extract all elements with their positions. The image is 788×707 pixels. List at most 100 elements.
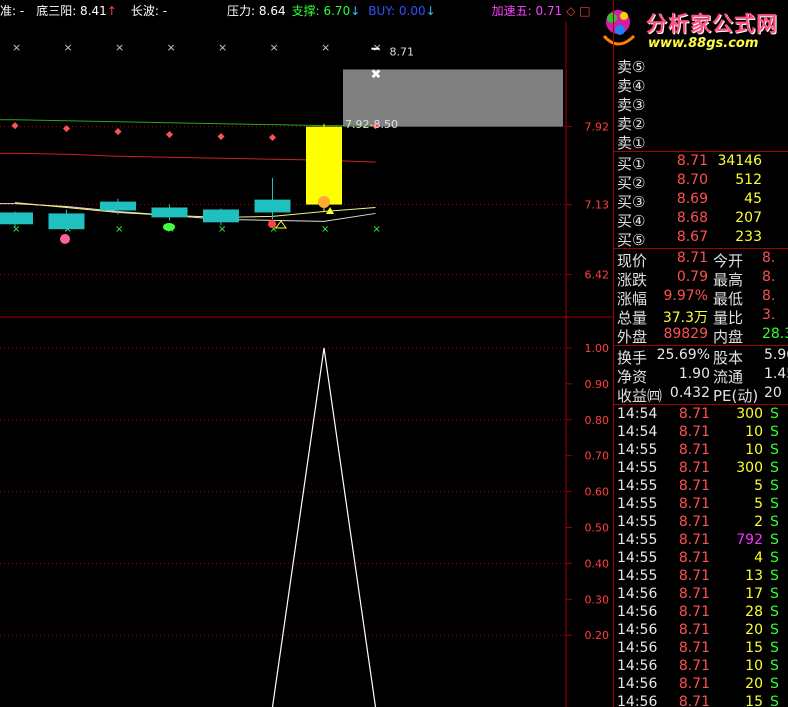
buy-level-price: 8.67 (676, 229, 708, 245)
tick-volume: 15 (745, 640, 763, 656)
tick-price: 8.71 (678, 640, 710, 656)
tick-price: 8.71 (678, 604, 710, 620)
indicator-axis-label: 1.00 (585, 342, 610, 355)
signal-dot (62, 125, 71, 133)
quote-value: 37.3万 (662, 310, 708, 326)
stats-value: 20 (764, 385, 782, 401)
tick-row: 14:56 8.71 28 S (614, 604, 788, 622)
tick-row: 14:56 8.71 15 S (614, 640, 788, 658)
sell-level[interactable]: 卖⑤ (614, 56, 788, 76)
tick-side: S (770, 532, 779, 548)
tick-volume: 28 (745, 604, 763, 620)
tick-side: S (770, 550, 779, 566)
quote-label: 最低 (713, 290, 744, 308)
tick-time: 14:55 (617, 460, 658, 476)
tick-volume: 20 (745, 622, 763, 638)
tick-side: S (770, 496, 779, 512)
stats-row: 净资 1.90流通 1.45 (614, 366, 788, 386)
close-marker-icon: ✖ (371, 68, 382, 83)
price-axis-label: 7.92 (585, 121, 610, 134)
buy-level-price: 8.69 (676, 191, 708, 207)
indicator-axis-label: 0.50 (585, 521, 610, 534)
indicator-axis-label: 0.70 (585, 450, 610, 463)
tick-time: 14:55 (617, 568, 658, 584)
tick-side: S (770, 586, 779, 602)
top-marker-x: × (321, 41, 330, 54)
stats-label: 换手 (617, 349, 648, 367)
tick-row: 14:55 8.71 5 S (614, 478, 788, 496)
buy-level[interactable]: 买④ 8.68 207 (614, 210, 788, 230)
quote-value: 28.3 (762, 326, 788, 342)
tick-price: 8.71 (678, 568, 710, 584)
bottom-marker-x: × (373, 224, 381, 235)
quote-value: 8. (762, 288, 776, 304)
tick-time: 14:55 (617, 496, 658, 512)
sell-level[interactable]: 卖① (614, 132, 788, 152)
sell-level[interactable]: 卖③ (614, 94, 788, 114)
quote-label: 涨幅 (617, 290, 648, 308)
signal-icon-gem (163, 223, 175, 231)
tick-row: 14:55 8.71 5 S (614, 496, 788, 514)
buy-level[interactable]: 买⑤ 8.67 233 (614, 229, 788, 249)
buy-level[interactable]: 买② 8.70 512 (614, 172, 788, 192)
buy-level-label: 买④ (617, 212, 646, 230)
tick-time: 14:56 (617, 622, 658, 638)
quote-panel: 卖⑤ 卖④ 卖③ 卖② 卖① 买① 8.71 34146 买② 8.70 512 买③ 8.69 45 买④… (613, 0, 788, 707)
tick-row: 14:55 8.71 10 S (614, 442, 788, 460)
signal-dot (165, 131, 174, 139)
tick-time: 14:55 (617, 532, 658, 548)
range-label: 7.92-8.50 (345, 118, 398, 131)
tick-time: 14:54 (617, 406, 658, 422)
quote-label: 总量 (617, 309, 648, 327)
signal-icon-pink (60, 234, 70, 244)
tick-time: 14:56 (617, 676, 658, 692)
signal-icon-face (318, 196, 330, 208)
tick-row: 14:55 8.71 792 S (614, 532, 788, 550)
quote-value: 8. (762, 250, 776, 266)
quote-label: 现价 (617, 252, 648, 270)
tick-time: 14:55 (617, 442, 658, 458)
indicator-axis-label: 0.30 (585, 593, 610, 606)
bottom-marker-x: × (12, 224, 20, 235)
sell-level[interactable]: 卖④ (614, 75, 788, 95)
buy-level-label: 买③ (617, 193, 646, 211)
tick-volume: 15 (745, 694, 763, 707)
buy-level-volume: 34146 (717, 153, 762, 169)
candle-body (203, 209, 239, 223)
signal-dot (217, 132, 225, 141)
quote-row: 涨幅 9.97% 最低 8. (614, 288, 788, 308)
tick-price: 8.71 (678, 694, 710, 707)
tick-side: S (770, 514, 779, 530)
sell-level-label: 卖② (617, 115, 646, 133)
tick-row: 14:56 8.71 10 S (614, 658, 788, 676)
quote-label: 外盘 (617, 328, 648, 346)
candle-body (254, 199, 291, 213)
tick-side: S (770, 604, 779, 620)
indicator-axis-label: 0.80 (585, 414, 610, 427)
buy-level[interactable]: 买③ 8.69 45 (614, 191, 788, 211)
tick-side: S (770, 460, 779, 476)
tick-price: 8.71 (678, 532, 710, 548)
sell-level[interactable]: 卖② (614, 113, 788, 133)
panel-separator (614, 248, 788, 249)
quote-value: 8. (762, 269, 776, 285)
tick-time: 14:55 (617, 550, 658, 566)
tick-side: S (770, 658, 779, 674)
candlestick-chart[interactable]: 7.927.136.42××××××××××××××××8.71✖7.92-8.… (0, 0, 613, 707)
indicator-axis-label: 0.90 (585, 378, 610, 391)
top-marker-x: × (270, 41, 279, 54)
buy-level-label: 买② (617, 174, 646, 192)
buy-level[interactable]: 买① 8.71 34146 (614, 153, 788, 173)
tick-price: 8.71 (678, 424, 710, 440)
stats-label: 流通 (713, 368, 744, 386)
quote-value: 9.97% (663, 288, 708, 304)
tick-volume: 5 (754, 478, 763, 494)
indicator-line (271, 347, 377, 707)
tick-row: 14:54 8.71 300 S (614, 406, 788, 424)
tick-side: S (770, 424, 779, 440)
indicator-axis-label: 0.20 (585, 629, 610, 642)
ma-green-line (0, 119, 376, 127)
quote-label: 量比 (713, 309, 744, 327)
candle-body (306, 126, 342, 205)
tick-time: 14:56 (617, 658, 658, 674)
